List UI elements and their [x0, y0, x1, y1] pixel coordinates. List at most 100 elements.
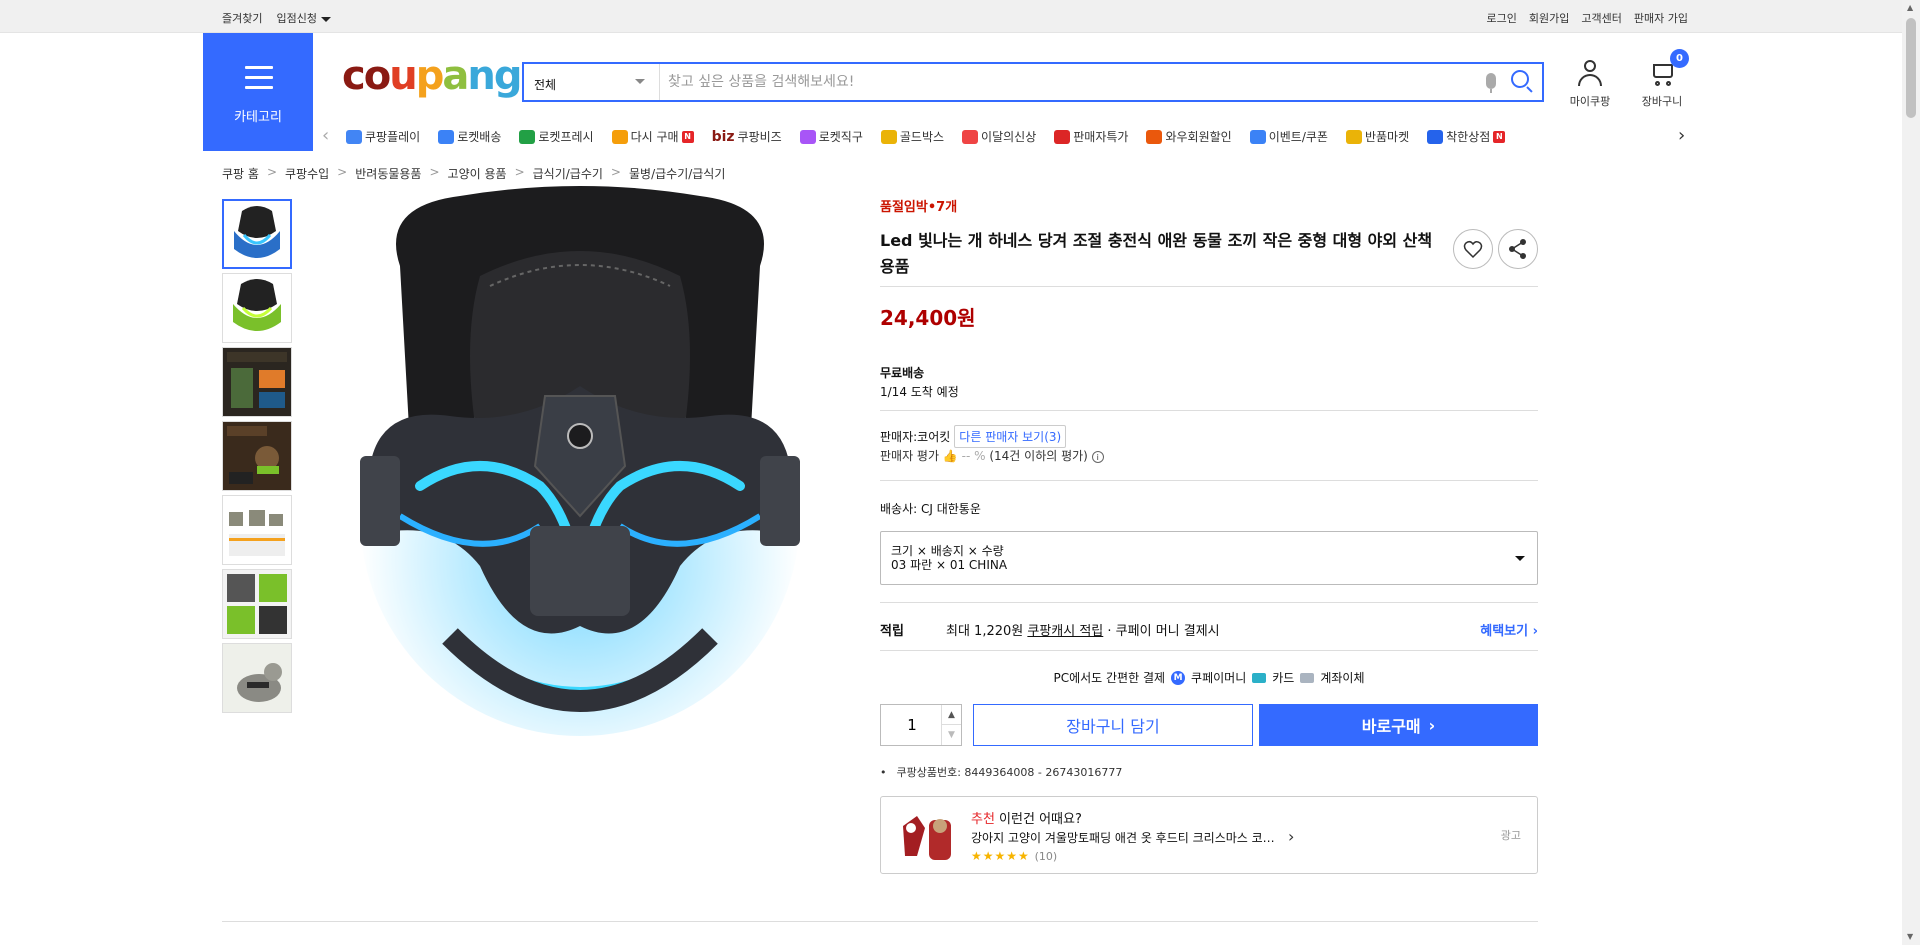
seller-signup-link[interactable]: 판매자 가입: [1634, 10, 1688, 26]
login-link[interactable]: 로그인: [1487, 10, 1517, 26]
thumbnail-details[interactable]: [222, 569, 292, 639]
logo-letter: n: [467, 53, 496, 99]
option-value: 03 파란 × 01 CHINA: [891, 558, 1008, 572]
scrollbar-thumb[interactable]: [1906, 18, 1916, 118]
wishlist-button[interactable]: [1453, 229, 1493, 269]
seller-rating-value: -- %: [961, 449, 986, 463]
shortcut-list: 쿠팡플레이 로켓배송 로켓프레시 다시 구매 N biz 쿠팡비즈 로켓직구 골드박스 이달의신상…: [346, 128, 1506, 145]
breadcrumb-item[interactable]: 반려동물용품: [355, 165, 421, 182]
add-to-cart-button[interactable]: 장바구니 담기: [973, 704, 1253, 746]
nav-item-10[interactable]: 이벤트/쿠폰: [1249, 128, 1328, 145]
my-coupang-button[interactable]: 마이쿠팡: [1560, 58, 1620, 109]
signup-link[interactable]: 회원가입: [1529, 10, 1569, 26]
scroll-up-icon[interactable]: ▲: [1907, 3, 1913, 12]
nav-item-3[interactable]: 다시 구매 N: [611, 128, 694, 145]
customer-center-link[interactable]: 고객센터: [1581, 10, 1621, 26]
nav-item-11[interactable]: 반품마켓: [1345, 128, 1410, 145]
recommended-product-name[interactable]: 강아지 고양이 겨울망토패딩 애견 옷 후드티 크리스마스 코스튬: [971, 829, 1281, 846]
chevron-right-icon: ›: [1428, 715, 1436, 735]
scroll-down-icon[interactable]: ▼: [1907, 932, 1913, 941]
breadcrumb-item[interactable]: 급식기/급수기: [533, 165, 603, 182]
nav-item-8[interactable]: 판매자특가: [1054, 128, 1128, 145]
logo-letter: a: [442, 53, 469, 99]
main-product-image[interactable]: [340, 186, 820, 756]
nav-item-9[interactable]: 와우회원할인: [1146, 128, 1232, 145]
thumbnail-blue-harness[interactable]: [222, 199, 292, 269]
breadcrumb-item[interactable]: 쿠팡수입: [285, 165, 329, 182]
divider: [880, 650, 1538, 651]
breadcrumb-item[interactable]: 쿠팡 홈: [222, 165, 259, 182]
product-number: 쿠팡상품번호: 8449364008 - 26743016777: [880, 764, 1123, 780]
nav-item-4[interactable]: biz 쿠팡비즈: [712, 128, 782, 145]
nav-item-6[interactable]: 골드박스: [880, 128, 944, 145]
benefit-link[interactable]: 혜택보기 ›: [1480, 620, 1538, 639]
nav-item-12[interactable]: 착한상점 N: [1427, 128, 1506, 145]
thumbnail-feature-modes[interactable]: [222, 347, 292, 417]
thumbnail-dog-wearing[interactable]: [222, 643, 292, 713]
new-badge: N: [681, 130, 694, 143]
rebuy-icon: [611, 129, 628, 144]
nav-item-label: 와우회원할인: [1165, 130, 1232, 144]
thumbnail-size-chart[interactable]: [222, 495, 292, 565]
buy-now-label: 바로구매: [1361, 717, 1421, 736]
category-label: 카테고리: [234, 110, 282, 125]
card-icon: [1252, 672, 1267, 683]
thumbnail-green-harness[interactable]: [222, 273, 292, 343]
product-title: Led 빛나는 개 하네스 당겨 조절 충전식 애완 동물 조끼 작은 중형 대…: [880, 231, 1433, 276]
coupang-logo[interactable]: coupang: [342, 53, 522, 99]
microphone-icon[interactable]: [1486, 73, 1496, 93]
nav-item-label: 로켓프레시: [538, 130, 594, 144]
recommendation-card[interactable]: 추천 이런건 어때요? 강아지 고양이 겨울망토패딩 애견 옷 후드티 크리스마…: [880, 796, 1538, 874]
search-icon[interactable]: [1511, 70, 1529, 88]
other-sellers-button[interactable]: 다른 판매자 보기(3): [954, 425, 1067, 448]
logo-letter: u: [389, 53, 418, 99]
chevron-right-icon[interactable]: ›: [1288, 827, 1294, 846]
divider: [222, 921, 1538, 922]
logo-letter: c: [342, 53, 366, 99]
info-icon[interactable]: i: [1091, 451, 1104, 463]
option-select[interactable]: 크기 × 배송지 × 수량 03 파란 × 01 CHINA: [880, 531, 1538, 585]
top-bar: 즐겨찾기 입점신청 로그인 회원가입 고객센터 판매자 가입: [0, 0, 1902, 33]
reward-suffix: · 쿠페이 머니 결제시: [1107, 624, 1220, 639]
chevron-left-icon[interactable]: ‹: [322, 126, 329, 146]
quantity-input[interactable]: [881, 705, 943, 745]
nav-item-1[interactable]: 로켓배송: [438, 128, 501, 145]
share-button[interactable]: [1498, 229, 1538, 269]
scrollbar[interactable]: ▲ ▼: [1902, 0, 1920, 945]
caret-down-icon: [320, 16, 331, 22]
arrival-date: 1/14 도착 예정: [880, 385, 959, 399]
breadcrumb-separator: >: [610, 165, 621, 179]
divider: [880, 286, 1538, 287]
percent-icon: [1054, 129, 1071, 144]
breadcrumb-item[interactable]: 고양이 용품: [448, 165, 507, 182]
nav-item-7[interactable]: 이달의신상: [962, 128, 1036, 145]
menu-icon: [245, 66, 273, 96]
seller-rating: 판매자 평가 👍 -- % (14건 이하의 평가) i: [880, 447, 1104, 464]
nav-item-0[interactable]: 쿠팡플레이: [346, 128, 420, 145]
coupang-cash-link[interactable]: 쿠팡캐시 적립: [1027, 624, 1103, 639]
my-coupang-label: 마이쿠팡: [1569, 95, 1611, 108]
nav-item-label: 반품마켓: [1364, 130, 1410, 144]
increment-button[interactable]: ▲: [941, 705, 961, 725]
favorites-link[interactable]: 즐겨찾기: [222, 10, 262, 26]
breadcrumb-item[interactable]: 물병/급수기/급식기: [629, 165, 725, 182]
chevron-down-icon: [635, 79, 645, 84]
recommendation-accent: 추천: [971, 812, 995, 827]
search-scope-select[interactable]: 전체: [524, 64, 660, 100]
thumbnail-night-walk[interactable]: [222, 421, 292, 491]
recommendation-title: 추천 이런건 어때요?: [971, 808, 1082, 827]
nav-item-5[interactable]: 로켓직구: [799, 128, 863, 145]
pay-method-account: 계좌이체: [1320, 671, 1365, 685]
buy-now-button[interactable]: 바로구매 ›: [1259, 704, 1538, 746]
nav-item-label: 이달의신상: [981, 130, 1037, 144]
search-input[interactable]: [668, 68, 1458, 96]
chevron-down-icon: [1515, 556, 1525, 561]
seller-apply-link[interactable]: 입점신청: [276, 10, 331, 26]
seller-name[interactable]: 판매자:코어킷: [880, 428, 950, 445]
nav-item-2[interactable]: 로켓프레시: [519, 128, 594, 145]
chevron-right-icon[interactable]: ›: [1678, 126, 1685, 146]
rocket-icon: [438, 129, 455, 144]
category-button[interactable]: 카테고리: [203, 33, 313, 151]
decrement-button[interactable]: ▼: [941, 725, 961, 745]
carrier: 배송사: CJ 대한통운: [880, 502, 981, 516]
